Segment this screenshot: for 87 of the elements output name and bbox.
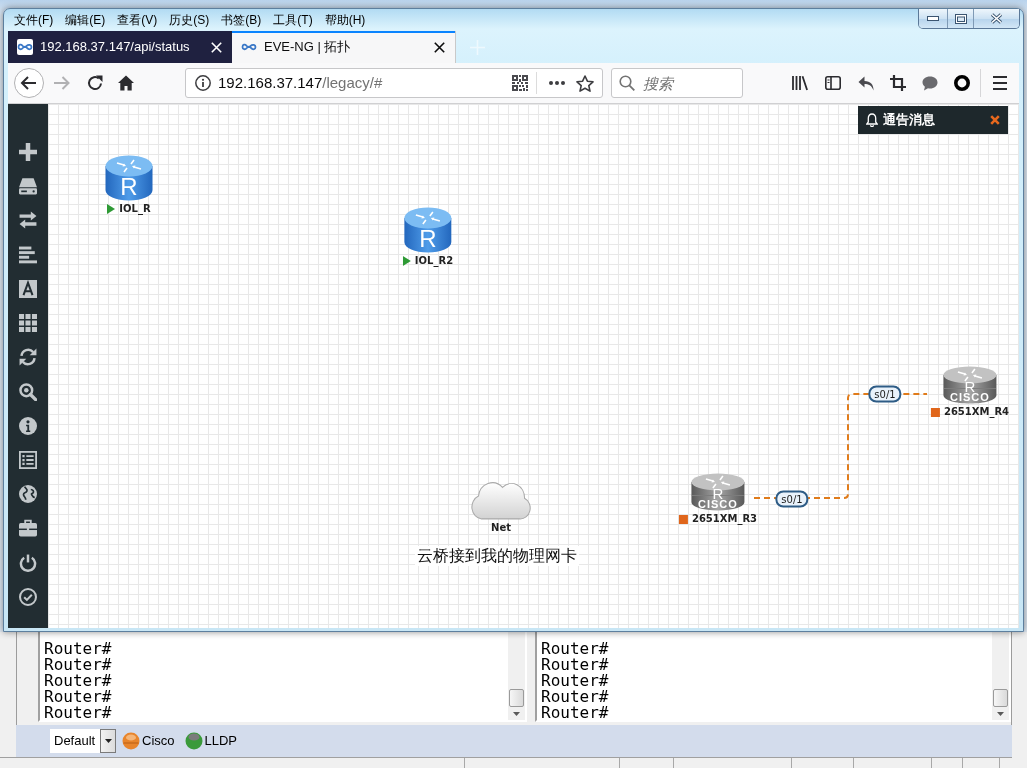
minimize-icon xyxy=(927,16,939,21)
button-bar-item[interactable]: Cisco xyxy=(122,731,175,751)
info-icon[interactable] xyxy=(19,416,37,435)
scrollbar-thumb[interactable] xyxy=(993,689,1008,707)
zoom-icon[interactable] xyxy=(19,382,37,401)
back-icon[interactable] xyxy=(14,68,44,98)
terminal-line: Router# xyxy=(541,673,609,689)
logo-text: CISCO xyxy=(698,498,738,510)
sphere-icon xyxy=(184,732,203,750)
close-icon xyxy=(990,13,1003,24)
more-icon[interactable] xyxy=(549,81,565,85)
url-text: 192.168.37.147/legacy/# xyxy=(218,72,383,93)
terminal-pane[interactable]: Router# Router# Router# Router# Router# xyxy=(535,632,1011,722)
terminal-line: Router# xyxy=(44,689,112,705)
qr-code-icon[interactable] xyxy=(512,75,528,91)
refresh-icon[interactable] xyxy=(19,348,37,367)
search-field[interactable]: 搜索 xyxy=(611,68,743,98)
close-icon[interactable] xyxy=(434,41,445,53)
menu-item[interactable]: 帮助(H) xyxy=(318,11,372,29)
terminal-line: Router# xyxy=(541,689,609,705)
info-icon[interactable] xyxy=(195,75,211,91)
session-select[interactable]: Default xyxy=(50,729,116,753)
grid-icon[interactable] xyxy=(19,314,37,333)
drive-icon[interactable] xyxy=(19,177,37,196)
briefcase-icon[interactable] xyxy=(19,519,37,538)
canvas-note: 云桥接到我的物理网卡 xyxy=(415,546,579,566)
router-letter: R xyxy=(120,173,138,200)
text-lines-icon[interactable] xyxy=(19,245,37,264)
interface-label: s0/1 xyxy=(775,490,809,508)
scrollbar-thumb[interactable] xyxy=(509,689,524,707)
sidebar-icon[interactable] xyxy=(825,75,841,91)
home-icon[interactable] xyxy=(118,75,134,91)
menu-item[interactable]: 历史(S) xyxy=(163,11,216,29)
button-bar-item[interactable]: LLDP xyxy=(184,731,238,751)
power-icon[interactable] xyxy=(19,553,37,572)
notification-title: 通告消息 xyxy=(883,111,935,130)
terminal-line: Router# xyxy=(44,673,112,689)
terminal-line: Router# xyxy=(541,705,609,721)
menu-item[interactable]: 工具(T) xyxy=(267,11,319,29)
terminal-pane[interactable]: Router# Router# Router# Router# Router# xyxy=(38,632,527,722)
scroll-down-icon[interactable] xyxy=(997,712,1004,716)
node-label: 2651XM_R3 xyxy=(691,513,758,525)
scrollbar[interactable] xyxy=(508,632,525,720)
browser-tab[interactable]: 192.168.37.147/api/status xyxy=(8,31,232,63)
terminal-line: Router# xyxy=(541,657,609,673)
menu-icon[interactable] xyxy=(992,76,1008,90)
search-icon xyxy=(619,75,635,91)
reload-icon[interactable] xyxy=(87,75,103,91)
logo-icon xyxy=(17,39,33,55)
address-field[interactable]: 192.168.37.147/legacy/# xyxy=(185,68,603,98)
maximize-icon xyxy=(954,13,967,24)
maximize-button[interactable] xyxy=(947,9,973,28)
undo-icon[interactable] xyxy=(858,75,874,91)
scrollbar[interactable] xyxy=(992,632,1009,720)
interface-label: s0/1 xyxy=(868,385,902,403)
plus-icon[interactable] xyxy=(19,143,37,161)
router-letter: R xyxy=(419,225,437,252)
scroll-down-icon[interactable] xyxy=(513,712,520,716)
bell-icon xyxy=(866,113,878,127)
globe-icon[interactable] xyxy=(19,485,37,504)
terminal-line: Router# xyxy=(44,657,112,673)
terminal-line: Router# xyxy=(541,641,609,657)
close-button[interactable] xyxy=(973,9,1019,28)
menu-item[interactable]: 查看(V) xyxy=(111,11,164,29)
node-label: Net xyxy=(491,522,511,534)
star-icon[interactable] xyxy=(576,74,594,92)
font-icon[interactable] xyxy=(19,279,37,298)
sphere-icon xyxy=(122,732,140,750)
caret-icon xyxy=(104,739,112,743)
crop-icon[interactable] xyxy=(890,75,906,91)
menu-item[interactable]: 文件(F) xyxy=(8,11,60,29)
library-icon[interactable] xyxy=(792,75,808,91)
browser-tab[interactable]: EVE-NG | 拓扑 xyxy=(232,31,456,63)
list-icon[interactable] xyxy=(19,450,37,469)
chat-bubble-icon[interactable] xyxy=(922,75,938,91)
ring-icon[interactable] xyxy=(954,75,970,91)
node-label: IOL_R2 xyxy=(414,255,454,267)
terminal-line: Router# xyxy=(44,705,112,721)
menu-item[interactable]: 编辑(E) xyxy=(59,11,112,29)
check-circle-icon[interactable] xyxy=(19,587,37,606)
swap-arrows-icon[interactable] xyxy=(19,211,37,230)
menu-item[interactable]: 书签(B) xyxy=(215,11,268,29)
node-label: 2651XM_R4 xyxy=(943,406,1010,418)
node-label: IOL_R xyxy=(119,203,151,215)
terminal-line: Router# xyxy=(44,641,112,657)
minimize-button[interactable] xyxy=(919,9,947,28)
logo-text: CISCO xyxy=(950,391,990,403)
